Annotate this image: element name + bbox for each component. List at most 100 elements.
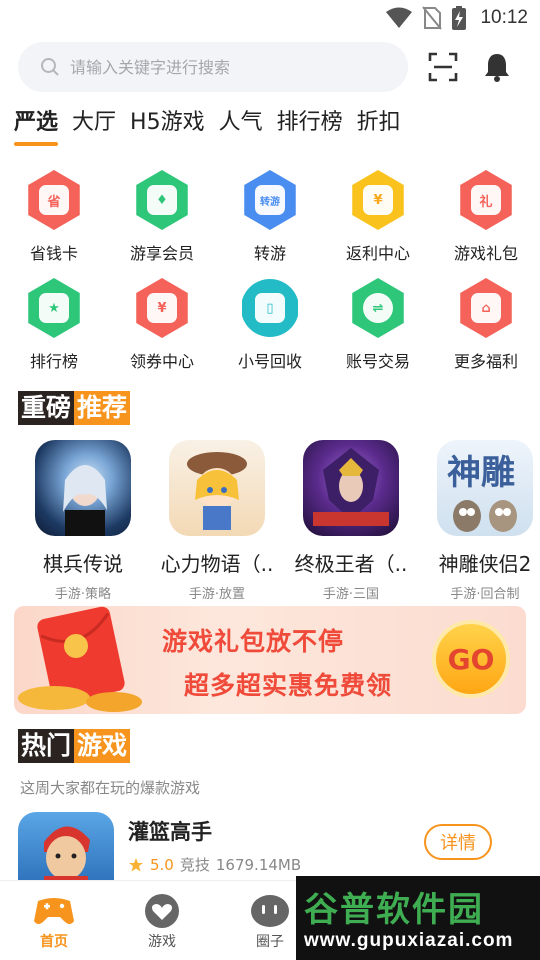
tab-popular[interactable]: 人气 xyxy=(219,104,263,142)
banner-line1: 游戏礼包放不停 xyxy=(162,627,345,656)
game-name: 神雕侠侣2 xyxy=(438,552,532,576)
feature-vip[interactable]: ♦ 游享会员 xyxy=(108,170,216,278)
featured-title: 重磅 推荐 xyxy=(18,390,131,426)
game-icon-xinli xyxy=(169,440,265,536)
tab-dating[interactable]: 大厅 xyxy=(72,104,116,142)
feature-label: 账号交易 xyxy=(345,352,410,371)
detail-button[interactable]: 详情 xyxy=(424,824,492,860)
transfer-icon: 转游 xyxy=(244,170,296,230)
watermark-title: 谷普软件园 xyxy=(304,890,484,930)
coupon-icon: ¥ xyxy=(136,278,188,338)
game-name: 终极王者（.. xyxy=(294,552,408,576)
nav-home[interactable]: 首页 xyxy=(0,881,108,960)
feature-label: 省钱卡 xyxy=(29,244,78,263)
tab-discount[interactable]: 折扣 xyxy=(357,104,401,142)
game-name: 棋兵传说 xyxy=(43,552,123,576)
list-game-name: 灌篮高手 xyxy=(128,820,212,844)
search-row xyxy=(18,42,522,92)
vip-diamond-icon: ♦ xyxy=(136,170,188,230)
status-bar: 10:12 xyxy=(0,0,540,36)
game-icon-shendiao: 神雕 xyxy=(437,440,533,536)
trophy-glyph: ★ xyxy=(39,293,69,323)
status-time: 10:12 xyxy=(480,7,528,28)
nav-games[interactable]: 游戏 xyxy=(108,881,216,960)
search-box[interactable] xyxy=(18,42,408,92)
community-icon xyxy=(251,895,289,927)
game-card[interactable]: 心力物语（.. 手游·放置 xyxy=(154,440,280,602)
money-card-glyph: 省 xyxy=(39,185,69,215)
no-sim-icon xyxy=(422,6,443,30)
search-input[interactable] xyxy=(70,57,370,77)
feature-label: 小号回收 xyxy=(237,352,302,371)
game-tags: 手游·策略 xyxy=(54,587,112,602)
feature-label: 更多福利 xyxy=(453,352,518,371)
red-envelope-icon xyxy=(18,606,142,712)
more-welfare-icon: ⌂ xyxy=(460,278,512,338)
transfer-glyph: 转游 xyxy=(255,185,285,215)
tab-ranking[interactable]: 排行榜 xyxy=(277,104,343,142)
feature-label: 转游 xyxy=(253,244,286,263)
feature-label: 领券中心 xyxy=(129,352,194,371)
game-icon-qibing xyxy=(35,440,131,536)
status-icons: 10:12 xyxy=(386,6,528,30)
feature-phone-recycle[interactable]: ▯ 小号回收 xyxy=(216,278,324,386)
rebate-icon: ¥ xyxy=(352,170,404,230)
star-icon xyxy=(129,857,143,871)
game-card[interactable]: 终极王者（.. 手游·三国 xyxy=(288,440,414,602)
feature-ranking[interactable]: ★ 排行榜 xyxy=(0,278,108,386)
feature-coupon[interactable]: ¥ 领券中心 xyxy=(108,278,216,386)
go-button[interactable]: GO xyxy=(432,620,510,698)
list-rating: 5.0 xyxy=(150,855,174,874)
scan-icon[interactable] xyxy=(428,52,458,82)
nav-label: 圈子 xyxy=(256,934,284,950)
tab-yanxuan[interactable]: 严选 xyxy=(14,104,59,146)
search-icon xyxy=(41,58,59,76)
coupon-glyph: ¥ xyxy=(147,293,177,323)
nav-label: 游戏 xyxy=(148,934,176,950)
feature-row: 省 省钱卡 ♦ 游享会员 转游 转游 ¥ 返利中心 礼 游戏礼包 xyxy=(0,170,540,278)
gift-glyph: 礼 xyxy=(471,185,501,215)
feature-grid: 省 省钱卡 ♦ 游享会员 转游 转游 ¥ 返利中心 礼 游戏礼包 ★ 排行榜 ¥… xyxy=(0,170,540,386)
hot-subtitle: 这周大家都在玩的爆款游戏 xyxy=(20,779,201,797)
feature-more-welfare[interactable]: ⌂ 更多福利 xyxy=(432,278,540,386)
game-tags: 手游·放置 xyxy=(188,587,246,602)
rebate-glyph: ¥ xyxy=(363,185,393,215)
account-trade-icon: ⇌ xyxy=(352,278,404,338)
feature-rebate[interactable]: ¥ 返利中心 xyxy=(324,170,432,278)
list-size: 1679.14MB xyxy=(215,855,302,874)
game-tags: 手游·三国 xyxy=(322,587,380,602)
feature-transfer[interactable]: 转游 转游 xyxy=(216,170,324,278)
hot-title-b: 游戏 xyxy=(74,729,131,763)
watermark-url: www.gupuxiazai.com xyxy=(304,930,514,951)
feature-label: 游戏礼包 xyxy=(453,244,518,263)
game-icon-guanlan xyxy=(18,812,114,888)
tab-h5-games[interactable]: H5游戏 xyxy=(130,104,205,142)
feature-account-trade[interactable]: ⇌ 账号交易 xyxy=(324,278,432,386)
featured-title-a: 重磅 xyxy=(18,391,75,425)
games-heart-icon xyxy=(145,894,179,928)
svg-text:神雕: 神雕 xyxy=(447,453,515,493)
featured-title-b: 推荐 xyxy=(74,391,131,425)
game-tags: 手游·回合制 xyxy=(450,587,520,602)
feature-gift-pack[interactable]: 礼 游戏礼包 xyxy=(432,170,540,278)
vip-glyph: ♦ xyxy=(147,185,177,215)
trophy-icon: ★ xyxy=(28,278,80,338)
phone-recycle-icon: ▯ xyxy=(242,278,298,338)
feature-label: 游享会员 xyxy=(129,244,194,263)
list-genre: 竞技 xyxy=(179,856,210,874)
hot-title: 热门 游戏 xyxy=(18,728,131,764)
feature-label: 返利中心 xyxy=(345,244,410,263)
bell-icon[interactable] xyxy=(482,51,512,83)
battery-charging-icon xyxy=(452,6,467,30)
game-card[interactable]: 棋兵传说 手游·策略 xyxy=(20,440,146,602)
game-card[interactable]: 神雕 神雕侠侣2 手游·回合制 xyxy=(422,440,540,602)
watermark: 谷普软件园 www.gupuxiazai.com xyxy=(296,876,540,960)
home-gamepad-icon xyxy=(34,898,74,924)
welfare-glyph: ⌂ xyxy=(471,293,501,323)
feature-money-card[interactable]: 省 省钱卡 xyxy=(0,170,108,278)
gift-banner[interactable]: 游戏礼包放不停 超多超实惠免费领 GO xyxy=(14,606,526,714)
banner-line2: 超多超实惠免费领 xyxy=(184,671,393,700)
feature-label: 排行榜 xyxy=(29,352,78,371)
feature-row: ★ 排行榜 ¥ 领券中心 ▯ 小号回收 ⇌ 账号交易 ⌂ 更多福利 xyxy=(0,278,540,386)
list-meta: 5.0 竞技 1679.14MB xyxy=(128,854,301,875)
